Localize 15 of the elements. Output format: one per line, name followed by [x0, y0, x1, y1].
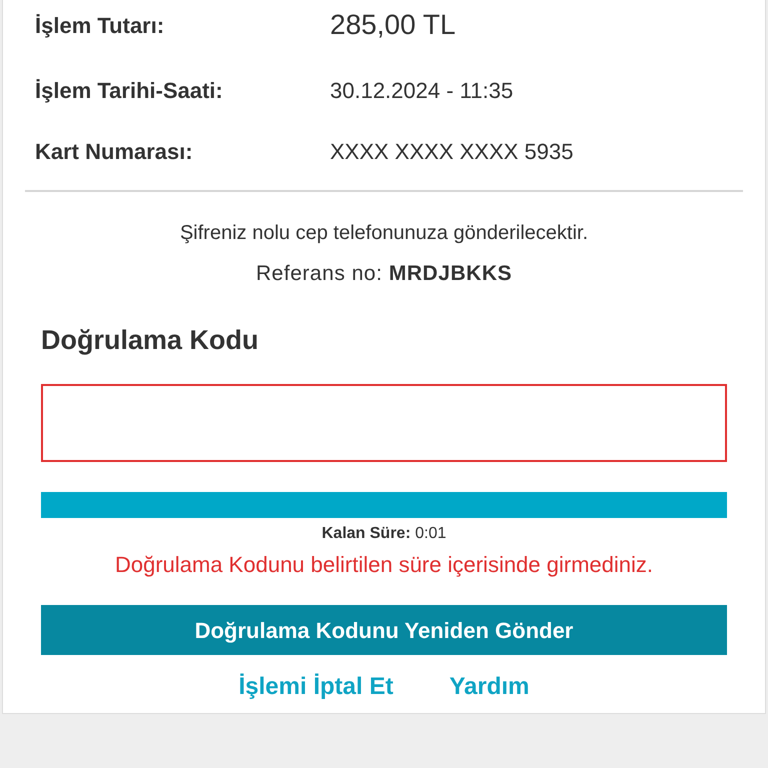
reference-text: Referans no: MRDJBKKS: [254, 261, 514, 287]
field-label: İşlem Tutarı:: [35, 12, 166, 40]
section-title: Doğrulama Kodu: [40, 324, 260, 357]
info-text: Şifreniz nolu cep telefonunuza gönderilecektir.: [178, 221, 590, 246]
field-value: 30.12.2024 - 11:35: [330, 77, 514, 105]
field-label: Kart Numarası:: [35, 138, 194, 166]
field-label: İşlem Tarihi-Saati:: [35, 77, 224, 105]
resend-code-button[interactable]: Doğrulama Kodunu Yeniden Gönder: [41, 605, 727, 655]
field-value: XXXX XXXX XXXX 5935: [330, 138, 574, 166]
link[interactable]: İşlemi İptal Et: [238, 669, 394, 705]
error-message: Doğrulama Kodunu belirtilen süre içerisinde girmediniz.: [114, 551, 654, 579]
link[interactable]: Yardım: [449, 669, 530, 705]
remaining-time-text: Kalan Süre: 0:01: [320, 524, 448, 544]
code-input-field[interactable]: [41, 384, 727, 462]
field-value: 285,00 TL: [330, 8, 456, 42]
